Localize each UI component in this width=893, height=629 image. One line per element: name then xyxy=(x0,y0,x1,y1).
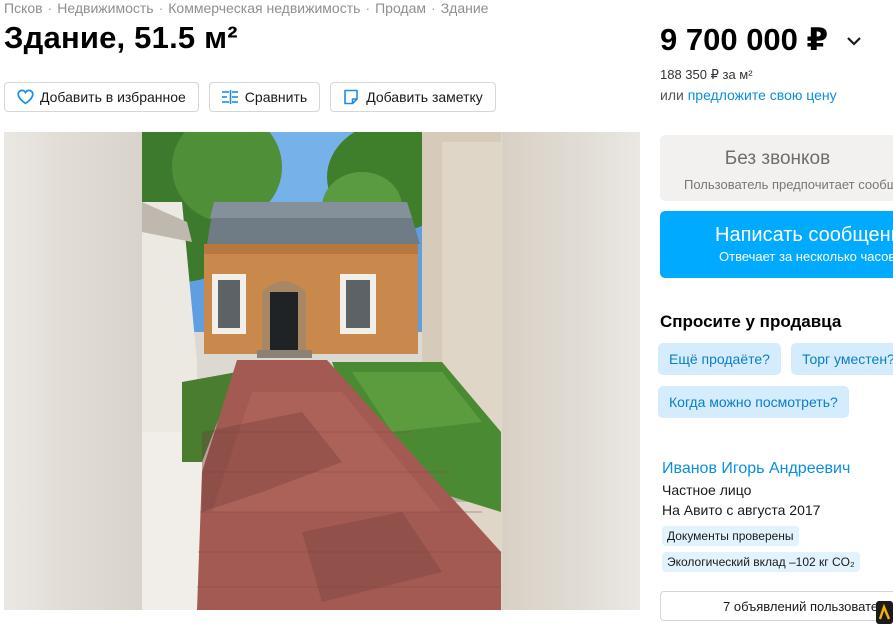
breadcrumb-item-sell[interactable]: Продам xyxy=(375,0,426,16)
no-calls-subtitle: Пользователь предпочитает сообщения xyxy=(684,177,893,192)
no-calls-block: Без звонков Пользователь предпочитает со… xyxy=(660,135,893,201)
add-note-label: Добавить заметку xyxy=(366,89,483,105)
write-message-button[interactable]: Написать сообщение Отвечает за несколько… xyxy=(660,211,893,278)
breadcrumb-separator: · xyxy=(365,0,371,16)
offer-prefix: или xyxy=(660,87,684,103)
add-favorite-button[interactable]: Добавить в избранное xyxy=(4,82,199,112)
breadcrumb-item-building[interactable]: Здание xyxy=(441,0,489,16)
seller-listings-label: 7 объявлений пользователя xyxy=(723,599,893,614)
breadcrumb-item-realty[interactable]: Недвижимость xyxy=(57,0,153,16)
heart-icon xyxy=(16,88,34,106)
gallery-blur-right xyxy=(502,132,640,610)
gallery-blur-left xyxy=(4,132,142,610)
no-calls-title: Без звонков xyxy=(724,148,831,169)
seller-name-link[interactable]: Иванов Игорь Андреевич xyxy=(662,460,850,478)
breadcrumb-item-city[interactable]: Псков xyxy=(4,0,43,16)
seller-since: На Авито с августа 2017 xyxy=(662,502,821,518)
action-buttons: Добавить в избранное Сравнить Добавить з… xyxy=(4,82,496,112)
main-photo[interactable] xyxy=(142,132,501,610)
corner-app-icon[interactable] xyxy=(876,601,893,624)
write-message-label: Написать сообщение xyxy=(715,224,893,246)
note-icon xyxy=(342,88,360,106)
ask-seller-title: Спросите у продавца xyxy=(660,312,842,331)
page-title: Здание, 51.5 м² xyxy=(4,20,238,55)
add-note-button[interactable]: Добавить заметку xyxy=(330,82,496,112)
compare-button[interactable]: Сравнить xyxy=(208,82,321,112)
compare-icon xyxy=(221,88,239,106)
seller-listings-button[interactable]: 7 объявлений пользователя xyxy=(660,591,893,621)
question-chip-still-selling[interactable]: Ещё продаёте? xyxy=(658,343,781,375)
breadcrumb: Псков · Недвижимость · Коммерческая недв… xyxy=(4,0,488,16)
breadcrumb-item-commercial[interactable]: Коммерческая недвижимость xyxy=(168,0,360,16)
add-favorite-label: Добавить в избранное xyxy=(40,89,186,105)
breadcrumb-separator: · xyxy=(431,0,436,16)
question-chip-bargain[interactable]: Торг уместен? xyxy=(791,343,893,375)
price-per-meter: 188 350 ₽ за м² xyxy=(660,67,753,82)
seller-type: Частное лицо xyxy=(662,482,752,498)
offer-price-line: или предложите свою цену xyxy=(660,87,837,103)
breadcrumb-separator: · xyxy=(47,0,53,16)
price: 9 700 000 ₽ xyxy=(660,22,829,57)
documents-verified-badge: Документы проверены xyxy=(662,526,799,546)
question-chip-viewing[interactable]: Когда можно посмотреть? xyxy=(658,386,849,418)
eco-contribution-badge[interactable]: Экологический вклад –102 кг CO₂ xyxy=(662,552,860,572)
write-message-subtitle: Отвечает за несколько часов xyxy=(719,249,893,264)
chevron-down-icon[interactable] xyxy=(846,34,862,52)
offer-price-link[interactable]: предложите свою цену xyxy=(688,87,837,103)
compare-label: Сравнить xyxy=(244,89,308,105)
breadcrumb-separator: · xyxy=(158,0,164,16)
photo-gallery[interactable] xyxy=(4,132,640,610)
